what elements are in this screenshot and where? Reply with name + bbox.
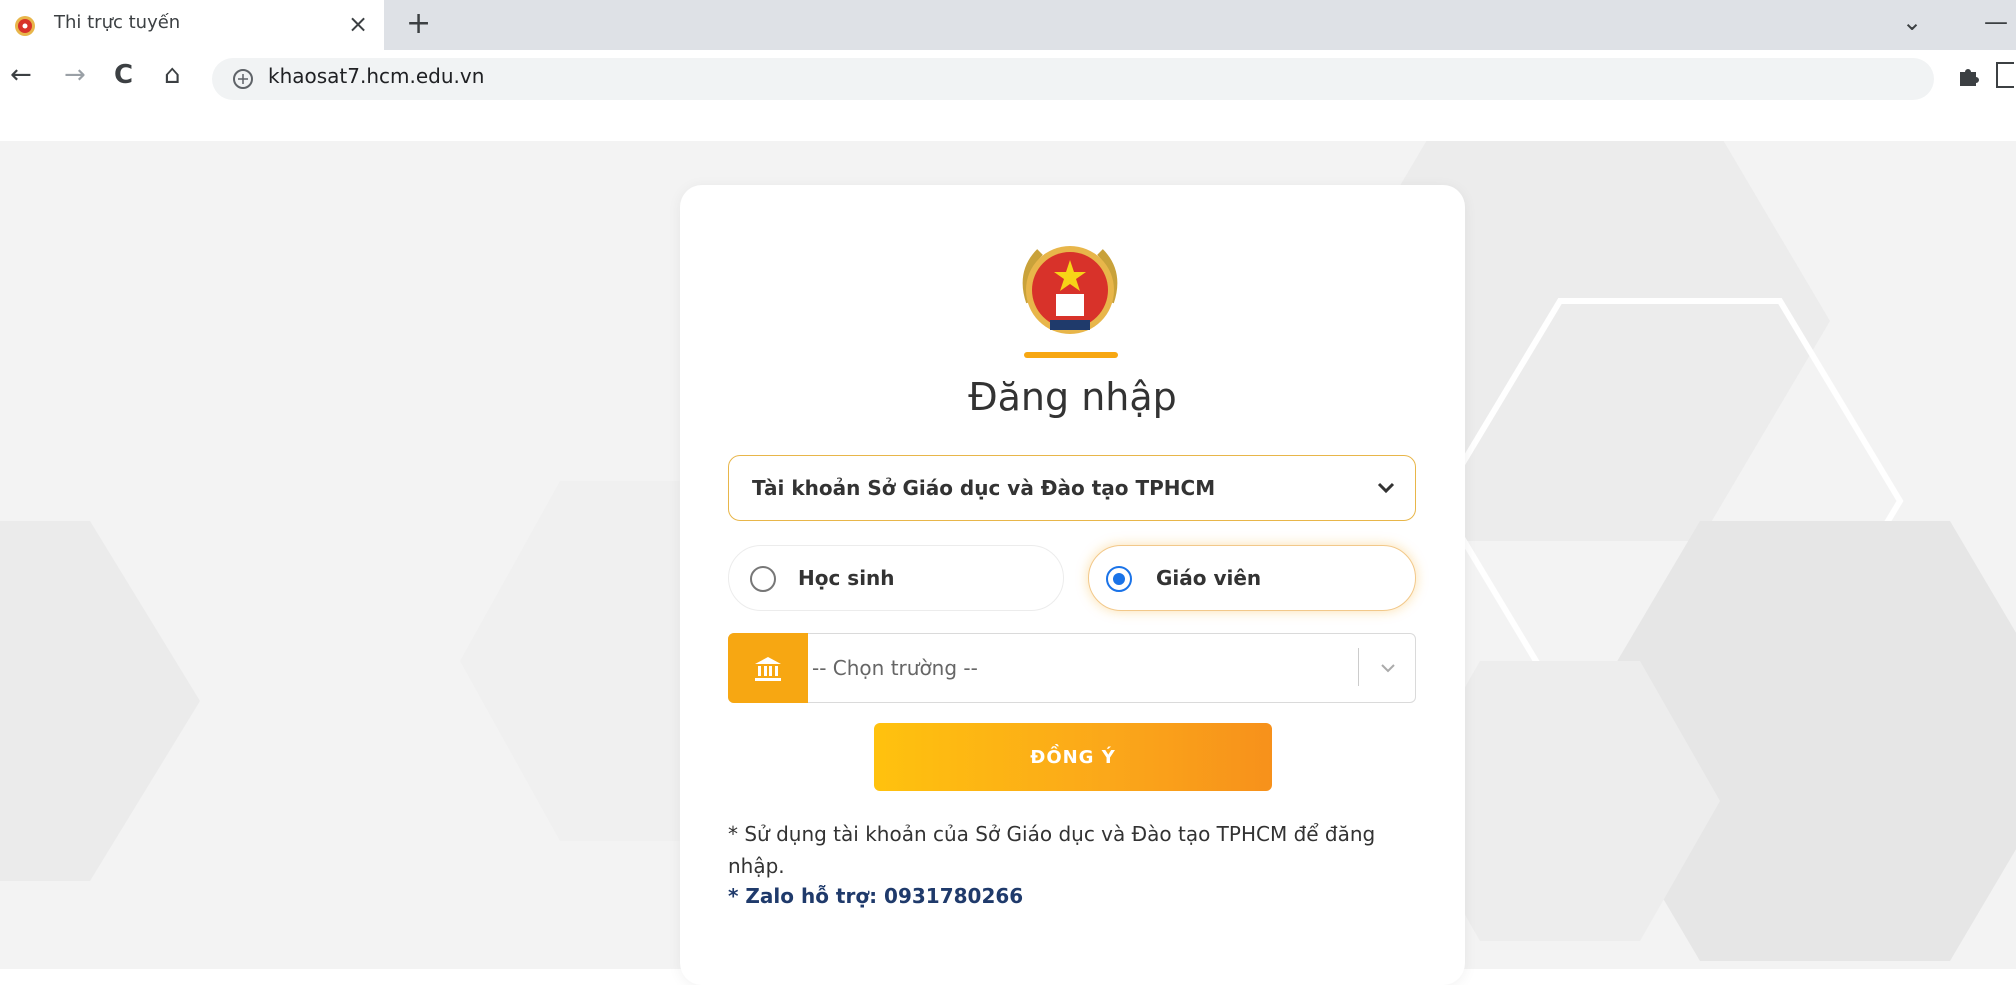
student-radio[interactable] — [750, 566, 776, 592]
tab-bar: Thi trực tuyến × + ⌄ — — [0, 0, 2016, 52]
teacher-label: Giáo viên — [1156, 566, 1262, 590]
role-option-student[interactable] — [728, 545, 1064, 611]
back-button[interactable]: ← — [10, 60, 32, 90]
tab-strip-background — [384, 0, 2016, 50]
reload-button[interactable]: C — [114, 60, 133, 90]
zalo-support-text: * Zalo hỗ trợ: 0931780266 — [728, 884, 1024, 908]
chevron-down-icon[interactable] — [1376, 480, 1396, 496]
site-info-icon[interactable] — [232, 68, 254, 90]
puzzle-icon[interactable] — [1956, 64, 1980, 88]
submit-button[interactable]: ĐỒNG Ý — [874, 723, 1272, 791]
teacher-radio[interactable] — [1106, 566, 1132, 592]
logo-underline — [1024, 352, 1118, 358]
chevron-down-icon[interactable] — [1380, 662, 1396, 674]
forward-button[interactable]: → — [64, 60, 86, 90]
browser-tab[interactable]: Thi trực tuyến × — [0, 0, 384, 52]
education-emblem-logo — [1022, 246, 1118, 334]
school-building-icon — [755, 657, 781, 681]
select-separator — [1358, 648, 1359, 686]
school-placeholder: -- Chọn trường -- — [812, 656, 978, 680]
tab-close-icon[interactable]: × — [348, 10, 368, 38]
url-text[interactable]: khaosat7.hcm.edu.vn — [268, 64, 484, 88]
tab-search-chevron-icon[interactable]: ⌄ — [1902, 8, 1922, 36]
minimize-button[interactable]: — — [1984, 8, 2008, 36]
tab-title: Thi trực tuyến — [54, 12, 181, 33]
home-button[interactable]: ⌂ — [164, 60, 181, 90]
login-note: * Sử dụng tài khoản của Sở Giáo dục và Đ… — [728, 822, 1376, 878]
page-title: Đăng nhập — [968, 375, 1177, 419]
new-tab-button[interactable]: + — [406, 6, 431, 41]
tab-favicon-icon — [15, 16, 35, 36]
account-type-value: Tài khoản Sở Giáo dục và Đào tạo TPHCM — [752, 476, 1216, 500]
side-panel-icon[interactable] — [1996, 62, 2014, 88]
student-label: Học sinh — [798, 566, 895, 590]
